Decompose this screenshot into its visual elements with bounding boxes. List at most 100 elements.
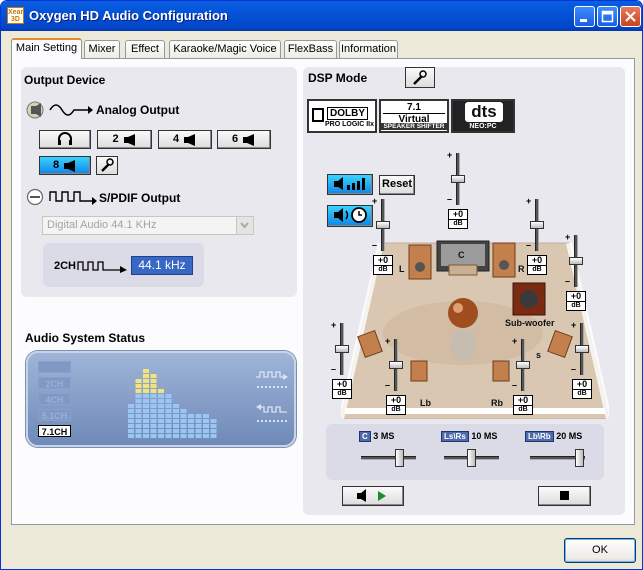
meter-segment — [173, 409, 179, 413]
tab-main-setting[interactable]: Main Setting — [11, 38, 82, 59]
slider-right[interactable]: + – +0 dB — [526, 197, 548, 279]
slider-center-unit: dB — [448, 220, 468, 229]
meter-segment — [180, 409, 187, 413]
meter-segment — [143, 404, 149, 408]
speaker-icon — [184, 133, 196, 146]
delay-c-slider[interactable] — [361, 448, 416, 468]
meter-segment — [180, 424, 187, 428]
slider-left-unit: dB — [373, 266, 393, 275]
channel-4-button[interactable]: 4 — [158, 130, 212, 149]
slider-side-right[interactable]: + – +0 dB — [571, 321, 593, 403]
channel-8-button[interactable]: 8 — [39, 156, 91, 175]
meter-segment — [128, 409, 134, 413]
meter-segment — [143, 414, 149, 418]
meter-segment — [203, 414, 209, 418]
output-signal-icon — [256, 371, 288, 388]
minimize-button[interactable] — [574, 6, 595, 27]
meter-segment — [143, 394, 149, 398]
tab-effect[interactable]: Effect — [125, 40, 165, 58]
dsp-settings-button[interactable] — [405, 67, 435, 88]
meter-segment — [143, 389, 149, 393]
meter-segment — [173, 424, 179, 428]
tab-mixer[interactable]: Mixer — [84, 40, 120, 58]
sample-rate-channels: 2CH — [54, 260, 77, 272]
meter-segment — [180, 429, 187, 433]
meter-segment — [195, 424, 202, 428]
speaker-setup-button[interactable] — [96, 156, 118, 175]
xear-logo-icon: Xear 3D — [7, 7, 24, 24]
meter-segment — [143, 369, 149, 373]
ok-button[interactable]: OK — [564, 538, 636, 563]
meter-segment — [150, 424, 157, 428]
delay-ls-rs-tag: Ls\Rs — [441, 431, 469, 442]
channel-6-button[interactable]: 6 — [217, 130, 271, 149]
meter-segment — [135, 429, 142, 433]
meter-segment — [165, 409, 172, 413]
meter-segment — [173, 429, 179, 433]
reset-button[interactable]: Reset — [379, 175, 415, 195]
meter-segment — [188, 434, 194, 438]
meter-segment — [143, 434, 149, 438]
tab-information[interactable]: Information — [339, 40, 398, 58]
slider-subwoofer[interactable]: + – +0 dB — [565, 233, 587, 315]
meter-segment — [180, 414, 187, 418]
speaker-label-l: L — [399, 264, 405, 274]
status-channel-51ch: 5.1CH — [38, 409, 71, 421]
speaker-test-button[interactable] — [327, 174, 373, 195]
slider-center[interactable]: + – +0 dB — [447, 151, 469, 233]
speaker-label-r: R — [518, 264, 525, 274]
virtual-speaker-shifter-button[interactable]: 7.1 Virtual SPEAKER SHIFTER — [379, 99, 449, 133]
slider-side-left[interactable]: + – +0 dB — [331, 321, 353, 403]
meter-segment — [135, 379, 142, 383]
virtual-71-label: 7.1 — [407, 102, 421, 113]
headphone-button[interactable] — [39, 130, 91, 149]
delay-c-value: 3 — [373, 431, 379, 441]
slider-back-right[interactable]: + – +0 dB — [512, 337, 534, 419]
maximize-button[interactable] — [597, 6, 618, 27]
dolby-label: DOLBY — [327, 107, 368, 120]
meter-segment — [188, 419, 194, 423]
slider-center-value: +0 — [448, 209, 468, 220]
wrench-icon — [101, 158, 114, 172]
app-window: Xear 3D Oxygen HD Audio Configuration Ma… — [0, 0, 643, 570]
channel-2-button[interactable]: 2 — [97, 130, 152, 149]
meter-segment — [188, 424, 194, 428]
meter-segment — [165, 404, 172, 408]
slider-back-left-unit: dB — [386, 406, 406, 415]
slider-back-left[interactable]: + – +0 dB — [385, 337, 407, 419]
meter-segment — [143, 379, 149, 383]
delay-ls-rs-unit: MS — [483, 431, 498, 441]
delay-lb-rb-slider[interactable] — [530, 448, 585, 468]
delay-lb-rb-tag: Lb\Rb — [525, 431, 554, 442]
spdif-output-icon — [26, 188, 97, 206]
play-test-button[interactable] — [342, 486, 404, 506]
slider-left[interactable]: + – +0 dB — [372, 197, 394, 279]
speaker-icon — [64, 159, 76, 172]
meter-segment — [195, 434, 202, 438]
meter-segment — [203, 434, 209, 438]
dts-neo-button[interactable]: dts NEO:PC — [451, 99, 515, 133]
delay-lb-rb: Lb\Rb 20 MS — [525, 431, 582, 442]
meter-segment — [150, 399, 157, 403]
delay-ls-rs: Ls\Rs 10 MS — [441, 431, 497, 442]
output-device-title: Output Device — [24, 73, 106, 87]
meter-segment — [128, 429, 134, 433]
spdif-format-select[interactable]: Digital Audio 44.1 KHz — [42, 216, 254, 235]
title-bar[interactable]: Xear 3D Oxygen HD Audio Configuration — [1, 1, 642, 31]
stop-button[interactable] — [538, 486, 591, 506]
tab-karaoke-magic-voice[interactable]: Karaoke/Magic Voice — [169, 40, 281, 58]
maximize-icon — [601, 10, 614, 23]
tab-flexbass[interactable]: FlexBass — [284, 40, 337, 58]
speaker-delay-button[interactable] — [327, 205, 373, 227]
delay-ls-rs-slider[interactable] — [444, 448, 499, 468]
status-channel-blank — [38, 361, 71, 373]
spdif-output-label: S/PDIF Output — [99, 191, 181, 205]
close-button[interactable] — [620, 6, 641, 27]
meter-segment — [165, 399, 172, 403]
slider-right-value: +0 — [527, 255, 547, 266]
status-channel-2ch: 2CH — [38, 377, 71, 389]
meter-segment — [210, 424, 217, 428]
dolby-prologic-button[interactable]: DOLBY PRO LOGIC IIx — [307, 99, 377, 133]
delay-c: C 3 MS — [359, 431, 394, 442]
chevron-down-icon[interactable] — [236, 217, 253, 234]
